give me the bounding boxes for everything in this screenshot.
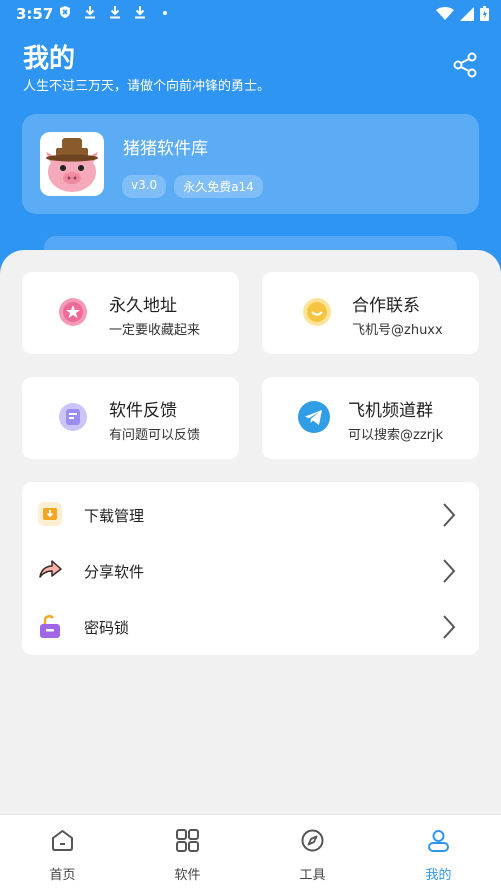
nav-software[interactable]: 软件 bbox=[125, 815, 250, 890]
apps-icon bbox=[176, 829, 199, 852]
card-telegram-channel[interactable]: 飞机频道群 可以搜索@zzrjk bbox=[262, 377, 479, 459]
card-title: 飞机频道群 bbox=[348, 401, 433, 421]
card-feedback[interactable]: 软件反馈 有问题可以反馈 bbox=[22, 377, 239, 459]
download-icon bbox=[135, 6, 145, 19]
compass-icon bbox=[301, 829, 324, 852]
card-permanent-address[interactable]: 永久地址 一定要收藏起来 bbox=[22, 272, 239, 354]
profile-icon bbox=[428, 830, 449, 852]
status-time: 3:57 bbox=[16, 5, 54, 23]
share-arrow-icon bbox=[39, 560, 62, 578]
nav-home[interactable]: 首页 bbox=[0, 815, 125, 890]
shield-icon bbox=[60, 6, 70, 18]
card-title: 合作联系 bbox=[352, 296, 420, 316]
telegram-icon bbox=[298, 401, 330, 433]
card-title: 永久地址 bbox=[109, 296, 177, 316]
card-subtitle: 飞机号@zhuxx bbox=[352, 323, 443, 338]
page-title: 我的 bbox=[23, 44, 76, 74]
feedback-icon bbox=[59, 403, 87, 431]
nav-label: 我的 bbox=[425, 868, 452, 883]
list-item-download-manager[interactable]: 下载管理 bbox=[22, 485, 479, 541]
lock-icon bbox=[40, 615, 60, 638]
bottom-nav: 首页 软件 工具 我的 bbox=[0, 814, 501, 890]
license-badge: 永久免费a14 bbox=[174, 175, 263, 198]
home-icon bbox=[52, 830, 73, 851]
card-title: 软件反馈 bbox=[109, 401, 177, 421]
avatar bbox=[40, 132, 104, 196]
signal-icon bbox=[460, 6, 474, 21]
chevron-right-icon bbox=[443, 615, 456, 639]
dot-icon bbox=[163, 11, 167, 15]
profile-card[interactable]: 猪猪软件库 v3.0 永久免费a14 bbox=[22, 114, 479, 214]
card-subtitle: 可以搜索@zzrjk bbox=[348, 428, 444, 443]
download-icon bbox=[110, 6, 120, 19]
list-item-password-lock[interactable]: 密码锁 bbox=[22, 597, 479, 653]
notification-icons bbox=[58, 5, 172, 19]
pig-logo-icon bbox=[46, 138, 98, 192]
share-icon[interactable] bbox=[452, 52, 478, 78]
card-contact[interactable]: 合作联系 飞机号@zhuxx bbox=[262, 272, 479, 354]
list-item-label: 下载管理 bbox=[84, 507, 145, 525]
chat-icon bbox=[303, 298, 331, 326]
wifi-icon bbox=[436, 6, 454, 20]
status-bar: 3:57 bbox=[0, 0, 501, 28]
chevron-right-icon bbox=[443, 559, 456, 583]
app-name: 猪猪软件库 bbox=[123, 139, 208, 159]
nav-mine[interactable]: 我的 bbox=[376, 815, 501, 890]
star-icon bbox=[59, 298, 87, 326]
card-subtitle: 一定要收藏起来 bbox=[109, 323, 201, 338]
version-badge: v3.0 bbox=[122, 175, 167, 198]
system-icons bbox=[436, 6, 489, 21]
nav-label: 首页 bbox=[49, 868, 76, 883]
download-folder-icon bbox=[38, 502, 62, 526]
nav-label: 工具 bbox=[299, 868, 326, 883]
list-item-share-software[interactable]: 分享软件 bbox=[22, 541, 479, 597]
settings-list: 下载管理 分享软件 密码锁 bbox=[22, 482, 479, 655]
list-item-label: 密码锁 bbox=[84, 619, 130, 637]
nav-label: 软件 bbox=[174, 868, 201, 883]
badges: v3.0 永久免费a14 bbox=[122, 175, 263, 198]
page-subtitle: 人生不过三万天，请做个向前冲锋的勇士。 bbox=[23, 79, 271, 94]
battery-icon bbox=[480, 6, 489, 21]
card-subtitle: 有问题可以反馈 bbox=[109, 428, 201, 443]
list-item-label: 分享软件 bbox=[84, 563, 145, 581]
chevron-right-icon bbox=[443, 503, 456, 527]
download-icon bbox=[85, 6, 95, 19]
nav-tools[interactable]: 工具 bbox=[250, 815, 375, 890]
